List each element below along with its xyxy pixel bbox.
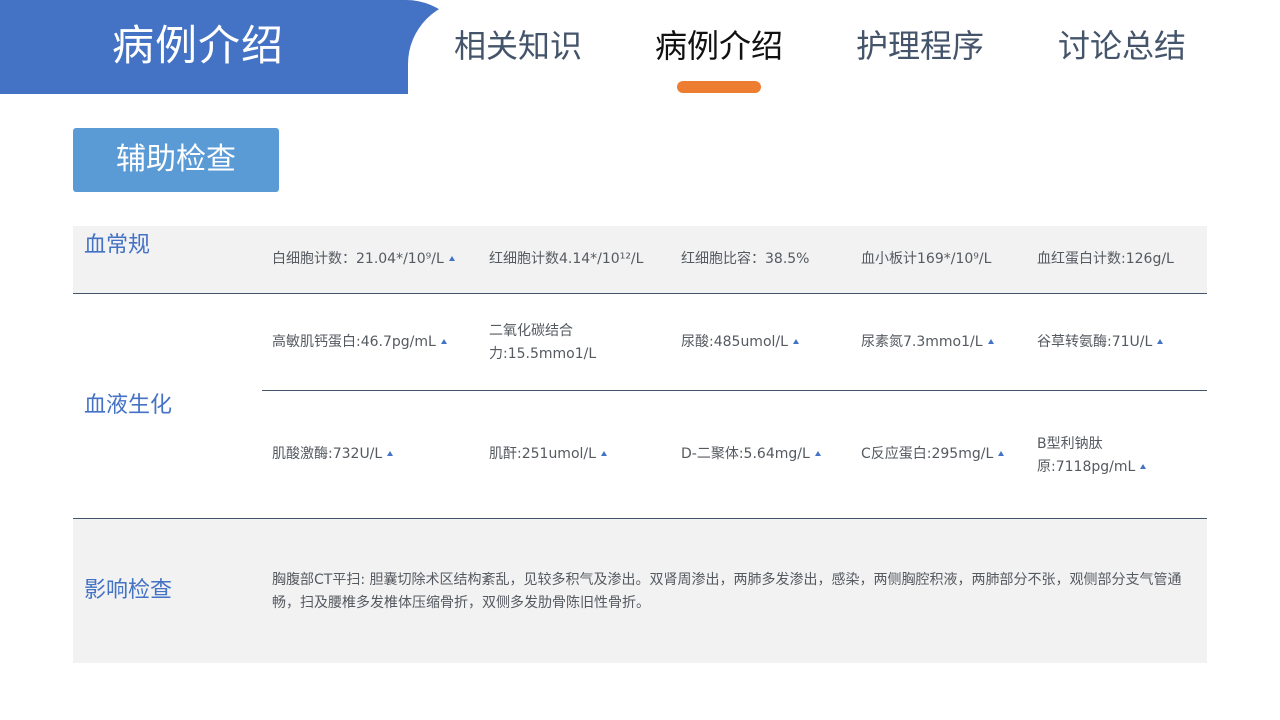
tab-related-knowledge[interactable]: 相关知识 xyxy=(454,26,582,66)
category-biochem: 血液生化 xyxy=(84,393,173,418)
biochem-item: C反应蛋白:295mg/L xyxy=(861,443,1005,466)
blood-routine-item: 红细胞计数4.14*/10¹²/L xyxy=(489,251,644,267)
up-triangle-icon xyxy=(998,451,1005,456)
up-triangle-icon xyxy=(448,256,455,261)
blood-routine-item: 血小板计169*/10⁹/L xyxy=(861,251,992,267)
tab-nursing-process[interactable]: 护理程序 xyxy=(856,26,984,66)
page-title: 病例介绍 xyxy=(112,21,285,70)
tab-case-intro[interactable]: 病例介绍 xyxy=(655,26,783,66)
biochem-item: B型利钠肽原:7118pg/mL xyxy=(1037,433,1149,479)
up-triangle-icon xyxy=(987,339,994,344)
blood-routine-item: 红细胞比容：38.5% xyxy=(681,251,810,267)
biochem-item: 肌酸激酶:732U/L xyxy=(272,443,394,466)
up-triangle-icon xyxy=(1157,339,1164,344)
biochem-item: 尿素氮7.3mmo1/L xyxy=(861,331,994,354)
blood-routine-item: 血红蛋白计数:126g/L xyxy=(1037,251,1174,267)
category-imaging: 影响检查 xyxy=(84,578,173,603)
up-triangle-icon xyxy=(814,451,821,456)
biochem-item: 二氧化碳结合力:15.5mmo1/L xyxy=(489,323,597,362)
top-nav: 相关知识 病例介绍 护理程序 讨论总结 xyxy=(408,0,1280,94)
up-triangle-icon xyxy=(440,339,447,344)
row-divider xyxy=(262,390,1207,391)
up-triangle-icon xyxy=(600,451,607,456)
biochem-item: 谷草转氨酶:71U/L xyxy=(1037,331,1164,354)
row-divider xyxy=(73,293,1207,294)
auxiliary-exam-button[interactable]: 辅助检查 xyxy=(73,128,279,192)
biochem-item: 肌酐:251umol/L xyxy=(489,443,607,466)
category-blood-routine: 血常规 xyxy=(84,233,151,258)
up-triangle-icon xyxy=(792,339,799,344)
active-tab-indicator xyxy=(677,81,761,93)
biochem-item: 高敏肌钙蛋白:46.7pg/mL xyxy=(272,331,447,354)
imaging-findings: 胸腹部CT平扫: 胆囊切除术区结构紊乱，见较多积气及渗出。双肾周渗出，两肺多发渗… xyxy=(272,572,1182,611)
brand-banner: 病例介绍 xyxy=(0,0,470,94)
blood-routine-item: 白细胞计数：21.04*/10⁹/L xyxy=(272,248,455,271)
biochem-item: 尿酸:485umol/L xyxy=(681,331,799,354)
up-triangle-icon xyxy=(1140,464,1147,469)
tab-discussion-summary[interactable]: 讨论总结 xyxy=(1058,26,1186,66)
biochem-item: D-二聚体:5.64mg/L xyxy=(681,443,821,466)
up-triangle-icon xyxy=(387,451,394,456)
